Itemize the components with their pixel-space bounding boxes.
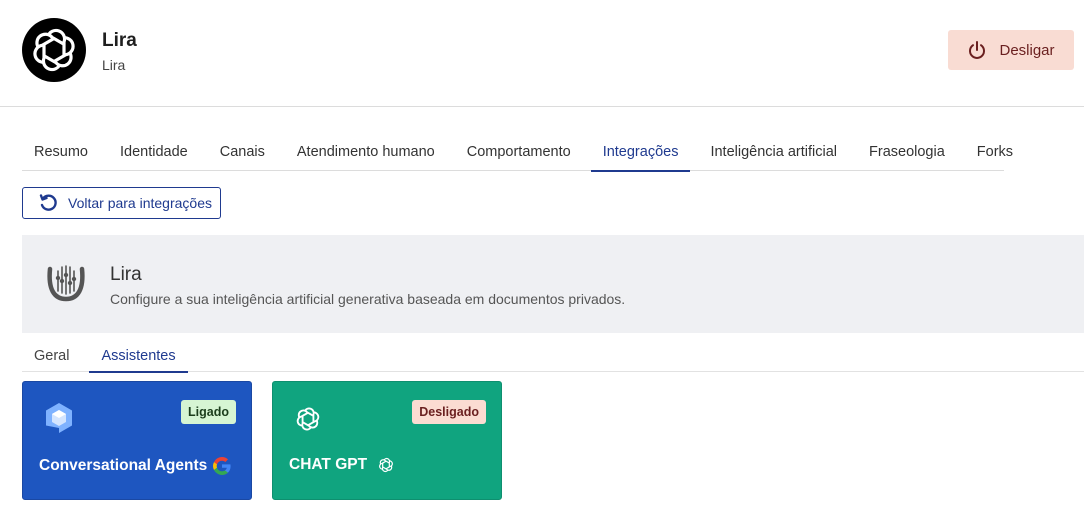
undo-icon xyxy=(39,194,57,211)
subtab-assistentes[interactable]: Assistentes xyxy=(89,340,188,373)
turn-off-label: Desligar xyxy=(999,41,1055,59)
turn-off-button[interactable]: Desligar xyxy=(948,30,1074,70)
power-icon xyxy=(969,41,986,59)
tab-resumo[interactable]: Resumo xyxy=(22,132,100,171)
openai-icon xyxy=(33,28,75,72)
back-to-integrations-button[interactable]: Voltar para integrações xyxy=(22,187,221,219)
tab-inteligencia-artificial[interactable]: Inteligência artificial xyxy=(698,132,849,171)
status-badge: Desligado xyxy=(412,400,486,424)
dialogflow-icon xyxy=(45,402,73,439)
sub-tabs: Geral Assistentes xyxy=(22,340,1084,373)
card-title-text: CHAT GPT xyxy=(289,456,368,473)
lyre-icon xyxy=(44,261,88,310)
integration-banner: Lira Configure a sua inteligência artifi… xyxy=(22,235,1084,333)
tab-integracoes[interactable]: Integrações xyxy=(590,132,691,172)
tab-atendimento-humano[interactable]: Atendimento humano xyxy=(285,132,447,171)
bot-name: Lira xyxy=(102,30,137,51)
back-button-label: Voltar para integrações xyxy=(68,195,212,211)
tab-identidade[interactable]: Identidade xyxy=(108,132,200,171)
openai-small-icon xyxy=(379,457,394,473)
tab-canais[interactable]: Canais xyxy=(208,132,277,171)
assistant-card-conversational-agents[interactable]: Ligado Conversational Agents xyxy=(22,381,252,500)
assistant-card-chat-gpt[interactable]: Desligado CHAT GPT xyxy=(272,381,502,500)
tab-fraseologia[interactable]: Fraseologia xyxy=(857,132,957,171)
card-title: CHAT GPT xyxy=(289,456,394,474)
bot-subtitle: Lira xyxy=(102,57,126,73)
card-title: Conversational Agents xyxy=(39,456,232,476)
google-icon xyxy=(213,457,231,475)
card-title-text: Conversational Agents xyxy=(39,457,208,474)
subtab-geral[interactable]: Geral xyxy=(22,340,81,372)
main-tabs: Resumo Identidade Canais Atendimento hum… xyxy=(22,132,1013,172)
bot-avatar xyxy=(22,18,86,82)
tab-comportamento[interactable]: Comportamento xyxy=(455,132,583,171)
banner-description: Configure a sua inteligência artificial … xyxy=(110,291,626,307)
status-badge: Ligado xyxy=(181,400,236,424)
tab-forks[interactable]: Forks xyxy=(965,132,1025,171)
banner-title: Lira xyxy=(110,264,142,285)
openai-icon xyxy=(295,402,321,437)
page-header: Lira Lira Desligar xyxy=(0,0,1084,107)
